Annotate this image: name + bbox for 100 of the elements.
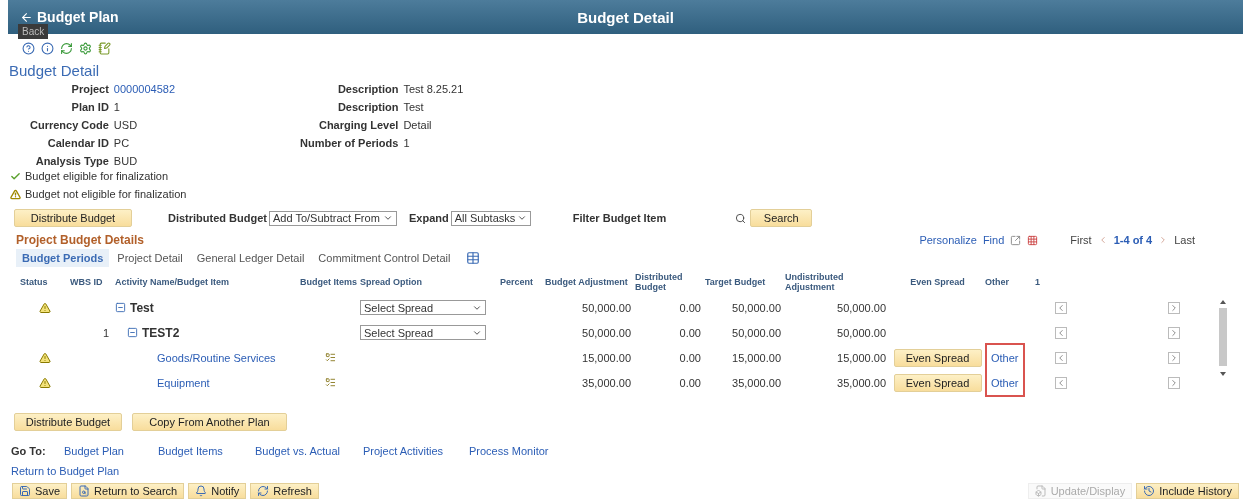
- even-spread-button[interactable]: Even Spread: [893, 348, 982, 367]
- collapse-icon[interactable]: [127, 327, 138, 338]
- previous-period-icon[interactable]: [1055, 301, 1067, 314]
- activity-name: Test: [130, 300, 154, 315]
- table-cell: 50,000.00: [582, 301, 631, 314]
- column-header: Budget Items: [300, 277, 358, 287]
- notebook-icon[interactable]: [98, 42, 111, 55]
- goto-link[interactable]: Budget Items: [158, 445, 255, 457]
- budget-items-icon[interactable]: [324, 352, 336, 363]
- spread-option-select[interactable]: Select Spread: [360, 325, 486, 340]
- status-message: Budget eligible for finalization: [25, 170, 169, 182]
- toolbar-button[interactable]: Notify: [188, 483, 247, 499]
- other-link[interactable]: Other: [991, 351, 1019, 364]
- spread-option-select[interactable]: Select Spread: [360, 300, 486, 315]
- project-link[interactable]: 0000004582: [113, 83, 300, 95]
- tab[interactable]: Project Detail: [111, 249, 189, 267]
- previous-period-icon[interactable]: [1055, 376, 1067, 389]
- chevron-down-icon: [516, 213, 527, 223]
- last-link[interactable]: Last: [1174, 234, 1195, 246]
- previous-period-icon[interactable]: [1055, 326, 1067, 339]
- column-header: Target Budget: [705, 277, 767, 287]
- goto-label: Go To:: [11, 445, 47, 457]
- column-header: Distributed Budget: [635, 272, 684, 292]
- goto-link[interactable]: Process Monitor: [469, 445, 1240, 457]
- find-link[interactable]: Find: [982, 234, 1005, 246]
- other-link[interactable]: Other: [991, 376, 1019, 389]
- refresh-icon: [257, 485, 270, 497]
- info-icon[interactable]: [41, 42, 54, 55]
- budget-item-link[interactable]: Equipment: [157, 376, 210, 389]
- tab[interactable]: General Ledger Detail: [190, 249, 311, 267]
- search-icon: [78, 485, 91, 497]
- field-label: Calendar ID: [46, 137, 109, 149]
- table-cell: 50,000.00: [732, 301, 781, 314]
- tab[interactable]: Budget Periods: [16, 249, 110, 267]
- toolbar-button[interactable]: Return to Search: [71, 483, 185, 499]
- settings-icon[interactable]: [79, 42, 92, 55]
- next-period-icon[interactable]: [1168, 351, 1180, 364]
- goto-link[interactable]: Budget Plan: [64, 445, 158, 457]
- budget-item-link[interactable]: Goods/Routine Services: [157, 351, 276, 364]
- search-icon[interactable]: [735, 212, 747, 224]
- column-header: 1: [1035, 277, 1041, 287]
- page-title: Budget Detail: [8, 61, 101, 81]
- expand-select[interactable]: All Subtasks: [450, 210, 531, 226]
- toolbar-button[interactable]: Refresh: [250, 483, 319, 499]
- distribute-budget-button[interactable]: Distribute Budget: [14, 209, 132, 227]
- table-cell: 0.00: [679, 301, 701, 314]
- column-header: Spread Option: [360, 277, 423, 287]
- chevron-down-icon: [383, 213, 393, 223]
- toolbar-button[interactable]: Include History: [1136, 483, 1239, 499]
- table-cell: 50,000.00: [837, 326, 886, 339]
- field-value: Test: [403, 101, 425, 113]
- column-header: Even Spread: [909, 277, 966, 287]
- column-header: Status: [20, 277, 49, 287]
- table-cell: 50,000.00: [582, 326, 631, 339]
- field-label: Charging Level: [317, 119, 399, 131]
- field-label: Number of Periods: [300, 137, 399, 149]
- return-link[interactable]: Return to Budget Plan: [11, 465, 120, 477]
- search-button[interactable]: Search: [750, 209, 813, 227]
- row-range: 1-4 of 4: [1113, 234, 1153, 246]
- next-period-icon[interactable]: [1168, 326, 1180, 339]
- refresh-icon[interactable]: [60, 42, 73, 55]
- status-message: Budget not eligible for finalization: [25, 188, 187, 200]
- table-cell: 50,000.00: [732, 326, 781, 339]
- help-icon[interactable]: [22, 42, 35, 55]
- back-link[interactable]: Budget Plan: [8, 9, 578, 25]
- table-cell: 15,000.00: [582, 351, 631, 364]
- distribute-budget-button[interactable]: Distribute Budget: [14, 413, 122, 431]
- even-spread-button[interactable]: Even Spread: [893, 373, 982, 392]
- table-cell: 35,000.00: [837, 376, 886, 389]
- save-icon: [19, 485, 31, 497]
- distributed-budget-select[interactable]: Add To/Subtract From: [269, 210, 397, 226]
- field-label: Plan ID: [70, 101, 109, 113]
- field-label: Filter Budget Item: [572, 212, 667, 224]
- goto-link[interactable]: Project Activities: [363, 445, 469, 457]
- column-header: Percent: [500, 277, 535, 287]
- column-header: Activity Name/Budget Item: [115, 277, 231, 287]
- field-value: PC: [113, 137, 131, 149]
- table-cell: 35,000.00: [582, 376, 631, 389]
- next-period-icon[interactable]: [1168, 301, 1180, 314]
- next-period-icon[interactable]: [1168, 376, 1180, 389]
- field-value: 1: [403, 137, 411, 149]
- toolbar-button[interactable]: Save: [12, 483, 68, 499]
- column-header: WBS ID: [70, 277, 104, 287]
- field-label: Project: [70, 83, 109, 95]
- first-link[interactable]: First: [1070, 234, 1092, 246]
- copy-plan-button[interactable]: Copy From Another Plan: [132, 413, 287, 431]
- column-header: Undistributed Adjustment: [785, 272, 845, 292]
- previous-period-icon[interactable]: [1055, 351, 1067, 364]
- scrollbar[interactable]: [1217, 298, 1229, 378]
- show-all-columns-icon[interactable]: [466, 251, 481, 265]
- notify-icon: [195, 485, 208, 497]
- view-all-icon[interactable]: [1010, 234, 1022, 246]
- collapse-icon[interactable]: [115, 302, 126, 313]
- goto-link[interactable]: Budget vs. Actual: [255, 445, 363, 457]
- table-cell: 1: [102, 326, 109, 339]
- personalize-link[interactable]: Personalize: [919, 234, 977, 246]
- field-label: Currency Code: [30, 119, 109, 131]
- field-value: Test 8.25.21: [403, 83, 465, 95]
- tab[interactable]: Commitment Control Detail: [312, 249, 457, 267]
- budget-items-icon[interactable]: [324, 377, 336, 388]
